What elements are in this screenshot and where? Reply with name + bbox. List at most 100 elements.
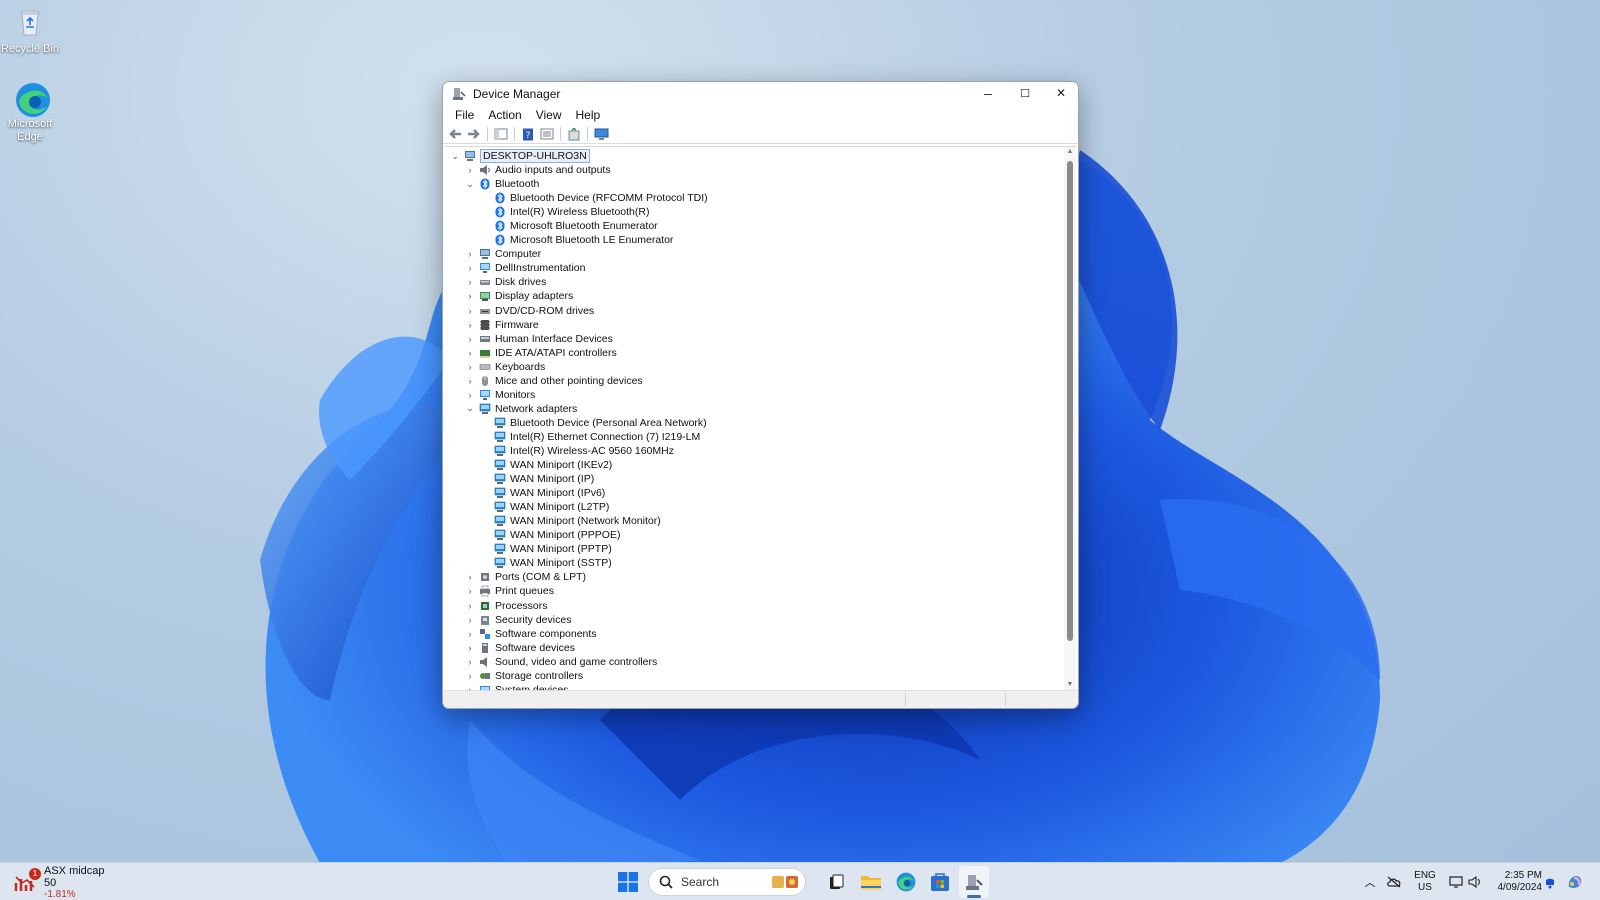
help-icon[interactable]: ?: [519, 126, 537, 143]
chevron-right-icon[interactable]: ›: [464, 585, 476, 597]
file-explorer-button[interactable]: [856, 863, 886, 900]
chevron-right-icon[interactable]: ›: [464, 305, 476, 317]
tree-category-item[interactable]: › Display adapters: [445, 289, 1062, 303]
chevron-right-icon[interactable]: ›: [464, 164, 476, 176]
tree-device-item[interactable]: Bluetooth Device (RFCOMM Protocol TDI): [445, 191, 1062, 205]
chevron-right-icon[interactable]: ›: [464, 389, 476, 401]
tree-category-item[interactable]: › Ports (COM & LPT): [445, 570, 1062, 584]
update-driver-icon[interactable]: [565, 126, 583, 143]
menu-help[interactable]: Help: [569, 108, 608, 122]
desktop-icon-recycle-bin[interactable]: Recycle Bin: [0, 5, 60, 56]
edge-button[interactable]: [891, 863, 921, 900]
maximize-button[interactable]: ☐: [1007, 82, 1043, 104]
tree-category-item[interactable]: › Human Interface Devices: [445, 332, 1062, 346]
chevron-right-icon[interactable]: ›: [464, 642, 476, 654]
tree-category-item[interactable]: › Mice and other pointing devices: [445, 374, 1062, 388]
menu-view[interactable]: View: [529, 108, 569, 122]
tree-category-item[interactable]: ⌄ Bluetooth: [445, 177, 1062, 191]
title-bar[interactable]: Device Manager – ☐ ✕: [443, 82, 1078, 105]
chevron-right-icon[interactable]: ›: [464, 276, 476, 288]
tree-category-item[interactable]: › DVD/CD-ROM drives: [445, 304, 1062, 318]
chevron-right-icon[interactable]: ›: [464, 628, 476, 640]
onedrive-button[interactable]: [1384, 863, 1404, 900]
start-button[interactable]: [614, 863, 642, 900]
tree-device-item[interactable]: WAN Miniport (IPv6): [445, 486, 1062, 500]
tree-category-item[interactable]: › Storage controllers: [445, 669, 1062, 683]
tree-root[interactable]: ⌄ DESKTOP-UHLRO3N: [445, 149, 1062, 164]
chevron-right-icon[interactable]: ›: [464, 262, 476, 274]
chevron-right-icon[interactable]: ›: [464, 333, 476, 345]
input-language-button[interactable]: ENG US: [1410, 863, 1440, 900]
tree-device-item[interactable]: Microsoft Bluetooth Enumerator: [445, 219, 1062, 233]
volume-button[interactable]: [1465, 863, 1485, 900]
device-manager-taskbar-button[interactable]: [959, 866, 989, 898]
tree-category-item[interactable]: › Disk drives: [445, 275, 1062, 289]
menu-action[interactable]: Action: [481, 108, 528, 122]
network-button[interactable]: [1446, 863, 1466, 900]
taskbar-search-input[interactable]: Search: [648, 868, 806, 896]
scrollbar-thumb[interactable]: [1067, 161, 1073, 641]
chevron-right-icon[interactable]: ›: [464, 375, 476, 387]
chevron-right-icon[interactable]: ›: [464, 361, 476, 373]
tree-category-item[interactable]: › Keyboards: [445, 360, 1062, 374]
tree-device-item[interactable]: Intel(R) Wireless-AC 9560 160MHz: [445, 444, 1062, 458]
desktop-icon-edge[interactable]: Microsoft Edge: [0, 80, 60, 144]
chevron-down-icon[interactable]: ⌄: [464, 178, 476, 190]
notifications-button[interactable]: [1540, 863, 1560, 900]
widgets-highlight-icon[interactable]: [771, 874, 799, 890]
tree-category-item[interactable]: › Processors: [445, 599, 1062, 613]
tree-device-item[interactable]: WAN Miniport (L2TP): [445, 500, 1062, 514]
tree-device-item[interactable]: Microsoft Bluetooth LE Enumerator: [445, 233, 1062, 247]
menu-file[interactable]: File: [448, 108, 481, 122]
scroll-up-icon[interactable]: ▲: [1064, 147, 1076, 157]
tree-category-item[interactable]: › Software components: [445, 627, 1062, 641]
chevron-right-icon[interactable]: ›: [464, 248, 476, 260]
chevron-down-icon[interactable]: ⌄: [449, 150, 461, 162]
tree-device-item[interactable]: WAN Miniport (SSTP): [445, 556, 1062, 570]
chevron-right-icon[interactable]: ›: [464, 347, 476, 359]
back-icon[interactable]: [446, 126, 464, 143]
clock-button[interactable]: 2:35 PM 4/09/2024: [1488, 863, 1543, 900]
tree-device-item[interactable]: WAN Miniport (IKEv2): [445, 458, 1062, 472]
tree-category-item[interactable]: › Firmware: [445, 318, 1062, 332]
close-button[interactable]: ✕: [1043, 82, 1078, 104]
chevron-right-icon[interactable]: ›: [464, 600, 476, 612]
chevron-right-icon[interactable]: ›: [464, 290, 476, 302]
tree-category-item[interactable]: › Computer: [445, 247, 1062, 261]
show-hidden-icons-button[interactable]: ︿: [1362, 863, 1378, 900]
tree-category-item[interactable]: › Sound, video and game controllers: [445, 655, 1062, 669]
chevron-right-icon[interactable]: ›: [464, 656, 476, 668]
chevron-right-icon[interactable]: ›: [464, 614, 476, 626]
tree-category-item[interactable]: ⌄ Network adapters: [445, 402, 1062, 416]
scroll-down-icon[interactable]: ▼: [1064, 680, 1076, 690]
properties-icon[interactable]: [538, 126, 556, 143]
tree-category-item[interactable]: › DellInstrumentation: [445, 261, 1062, 275]
chevron-right-icon[interactable]: ›: [464, 571, 476, 583]
tree-device-item[interactable]: Intel(R) Ethernet Connection (7) I219-LM: [445, 430, 1062, 444]
show-hide-console-tree-icon[interactable]: [492, 126, 510, 143]
chevron-right-icon[interactable]: ›: [464, 670, 476, 682]
tree-device-item[interactable]: Bluetooth Device (Personal Area Network): [445, 416, 1062, 430]
store-button[interactable]: [925, 863, 955, 900]
chevron-down-icon[interactable]: ⌄: [464, 403, 476, 415]
tree-device-item[interactable]: WAN Miniport (IP): [445, 472, 1062, 486]
tree-category-item[interactable]: › IDE ATA/ATAPI controllers: [445, 346, 1062, 360]
task-view-button[interactable]: [822, 863, 850, 900]
copilot-button[interactable]: [1564, 863, 1586, 900]
tree-category-item[interactable]: › Print queues: [445, 584, 1062, 598]
tree-category-item[interactable]: › System devices: [445, 683, 1062, 690]
tree-device-item[interactable]: WAN Miniport (Network Monitor): [445, 514, 1062, 528]
tree-category-item[interactable]: › Audio inputs and outputs: [445, 163, 1062, 177]
tree-category-item[interactable]: › Software devices: [445, 641, 1062, 655]
minimize-button[interactable]: –: [970, 82, 1006, 104]
tree-device-item[interactable]: Intel(R) Wireless Bluetooth(R): [445, 205, 1062, 219]
tree-category-item[interactable]: › Security devices: [445, 613, 1062, 627]
vertical-scrollbar[interactable]: ▲ ▼: [1064, 147, 1076, 690]
stock-widget[interactable]: 1 ASX midcap 50 -1.81%: [14, 863, 114, 900]
tree-category-item[interactable]: › Monitors: [445, 388, 1062, 402]
tree-device-item[interactable]: WAN Miniport (PPPOE): [445, 528, 1062, 542]
forward-icon[interactable]: [465, 126, 483, 143]
tree-device-item[interactable]: WAN Miniport (PPTP): [445, 542, 1062, 556]
scan-hardware-icon[interactable]: [592, 126, 610, 143]
chevron-right-icon[interactable]: ›: [464, 319, 476, 331]
